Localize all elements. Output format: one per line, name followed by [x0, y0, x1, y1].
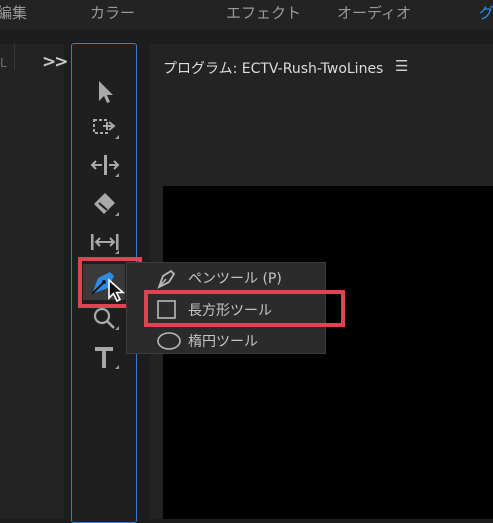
program-monitor-title[interactable]: プログラム: ECTV-Rush-TwoLines	[163, 58, 383, 78]
rectangle-tool-highlight-box	[144, 290, 345, 327]
double-chevron-right-icon[interactable]: >>	[42, 52, 68, 72]
workspace-tab-color[interactable]: カラー	[90, 2, 135, 23]
workspace-tab-edit[interactable]: 編集	[0, 2, 27, 23]
menu-item-ellipse-tool[interactable]: 楕円ツール	[126, 325, 326, 355]
menu-item-pen-tool[interactable]: ペンツール (P)	[126, 262, 326, 292]
type-tool[interactable]	[89, 342, 121, 372]
left-panel	[0, 44, 64, 519]
slip-tool[interactable]	[89, 227, 121, 257]
ripple-edit-tool[interactable]	[89, 150, 121, 180]
selection-tool[interactable]	[89, 76, 121, 106]
hamburger-menu-icon[interactable]: ☰	[395, 57, 408, 75]
workspace-tab-audio[interactable]: オーディオ	[337, 2, 411, 23]
razor-tool[interactable]	[89, 189, 121, 219]
selection-arrow-icon	[99, 81, 113, 103]
workspace-tab-effects[interactable]: エフェクト	[226, 2, 301, 23]
menu-item-label: ペンツール (P)	[188, 271, 282, 287]
menu-item-label: 楕円ツール	[188, 334, 258, 350]
left-panel-tab-label[interactable]: L	[0, 56, 7, 70]
track-select-tool[interactable]	[89, 112, 121, 142]
ellipse-icon	[156, 330, 184, 356]
workspace-tab-graphics[interactable]: グ	[479, 2, 493, 23]
panel-divider	[14, 44, 15, 70]
mouse-pointer-icon	[107, 278, 127, 308]
